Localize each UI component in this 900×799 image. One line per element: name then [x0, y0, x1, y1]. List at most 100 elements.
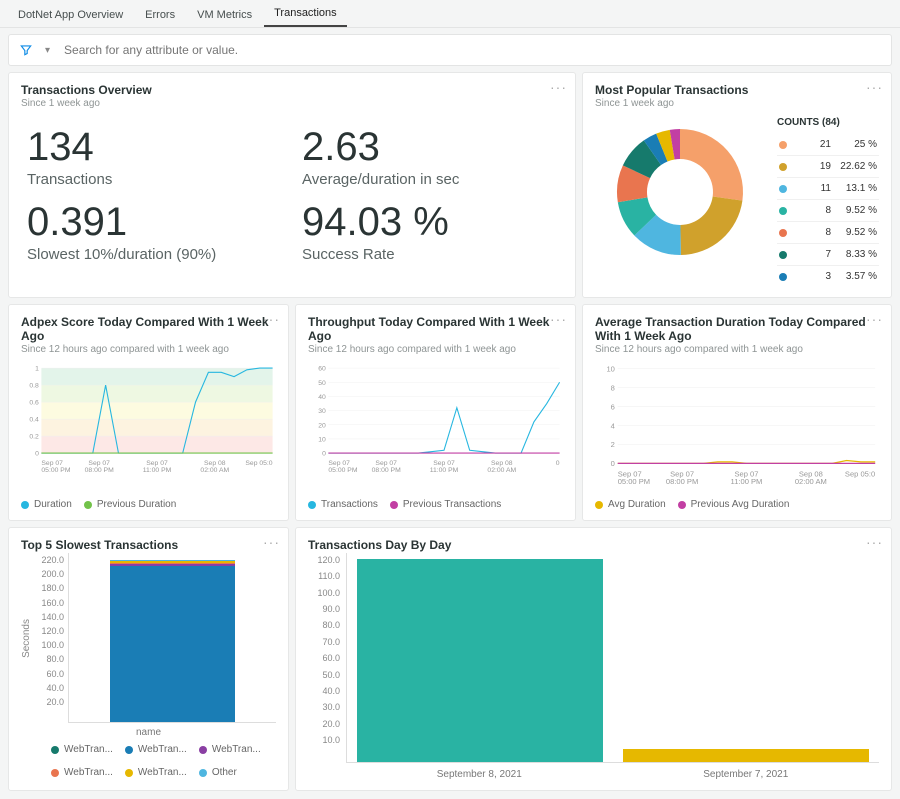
tab-dotnet-app-overview[interactable]: DotNet App Overview — [8, 3, 133, 27]
count-value: 21 — [801, 139, 831, 150]
x-tick-label: September 8, 2021 — [346, 763, 613, 780]
legend-dot-icon — [199, 769, 207, 777]
card-menu-icon[interactable]: ··· — [866, 534, 883, 550]
legend-item[interactable]: Previous Transactions — [390, 499, 501, 510]
legend-dot-icon — [125, 746, 133, 754]
count-row[interactable]: WebTransaction...1113.1 % — [777, 178, 879, 200]
svg-text:0: 0 — [556, 460, 560, 467]
count-percent: 22.62 % — [837, 161, 877, 172]
top5-legend: WebTran... WebTran... WebTran... WebTran...… — [51, 744, 276, 778]
metric-value: 0.391 — [27, 202, 282, 242]
count-value: 11 — [801, 183, 831, 194]
svg-text:Sep 08: Sep 08 — [204, 460, 226, 467]
legend-item[interactable]: Transactions — [308, 499, 378, 510]
count-percent: 9.52 % — [837, 205, 877, 216]
card-title: Most Popular Transactions — [595, 83, 879, 97]
count-row[interactable]: WebTransaction...78.33 % — [777, 244, 879, 266]
legend-label: Duration — [34, 499, 72, 510]
tab-vm-metrics[interactable]: VM Metrics — [187, 3, 262, 27]
svg-text:Sep 07: Sep 07 — [328, 460, 350, 467]
svg-text:2: 2 — [611, 440, 615, 449]
legend-item[interactable]: WebTran... — [125, 767, 187, 778]
card-menu-icon[interactable]: ··· — [866, 79, 883, 95]
count-row[interactable]: WebTransaction...89.52 % — [777, 222, 879, 244]
svg-text:0.4: 0.4 — [29, 417, 39, 424]
legend-item[interactable]: WebTran... — [125, 744, 187, 755]
svg-text:Sep 07: Sep 07 — [146, 460, 168, 467]
day-bar — [613, 553, 879, 762]
svg-text:02:00 AM: 02:00 AM — [487, 467, 516, 474]
svg-text:05:00 PM: 05:00 PM — [328, 467, 357, 474]
card-menu-icon[interactable]: ··· — [263, 534, 280, 550]
counts-header: COUNTS (84) — [777, 117, 879, 128]
count-value: 19 — [801, 161, 831, 172]
donut-chart — [595, 117, 765, 267]
count-percent: 9.52 % — [837, 227, 877, 238]
legend-dot-icon — [125, 769, 133, 777]
svg-text:Sep 08: Sep 08 — [799, 470, 823, 479]
filter-icon[interactable] — [19, 43, 33, 57]
legend-dot-icon — [779, 141, 787, 149]
legend-dot-icon — [678, 501, 686, 509]
svg-text:1: 1 — [35, 366, 39, 373]
legend-label: Avg Duration — [608, 499, 666, 510]
overview-metrics: 134Transactions 2.63Average/duration in s… — [21, 117, 563, 267]
card-subtitle: Since 12 hours ago compared with 1 week … — [595, 344, 879, 355]
count-row[interactable]: WebTransaction...33.57 % — [777, 266, 879, 287]
svg-text:08:00 PM: 08:00 PM — [372, 467, 401, 474]
svg-text:05:00 PM: 05:00 PM — [41, 467, 70, 474]
day-bar — [347, 553, 613, 762]
counts-table: COUNTS (84) WebTransaction...2125 % WebTr… — [777, 117, 879, 287]
svg-text:Sep 07: Sep 07 — [734, 470, 758, 479]
count-percent: 13.1 % — [837, 183, 877, 194]
legend-label: WebTran... — [64, 744, 113, 755]
legend-item[interactable]: WebTran... — [51, 767, 113, 778]
legend-item[interactable]: Previous Avg Duration — [678, 499, 790, 510]
search-input[interactable] — [62, 42, 881, 58]
svg-text:Sep 07: Sep 07 — [375, 460, 397, 467]
count-value: 3 — [801, 271, 831, 282]
legend-item[interactable]: WebTran... — [199, 744, 261, 755]
svg-text:6: 6 — [611, 402, 615, 411]
stack-segment — [110, 566, 234, 722]
svg-text:0: 0 — [35, 451, 39, 458]
svg-text:10: 10 — [606, 365, 614, 374]
legend-item[interactable]: Other — [199, 767, 237, 778]
svg-text:0: 0 — [611, 459, 615, 468]
metric: 0.391Slowest 10%/duration (90%) — [27, 202, 282, 263]
legend-item[interactable]: Previous Duration — [84, 499, 176, 510]
metric: 134Transactions — [27, 127, 282, 188]
card-subtitle: Since 12 hours ago compared with 1 week … — [308, 344, 563, 355]
svg-text:0.6: 0.6 — [29, 400, 39, 407]
metric-value: 94.03 % — [302, 202, 557, 242]
metric-label: Transactions — [27, 171, 282, 188]
metric: 2.63Average/duration in sec — [302, 127, 557, 188]
svg-text:Sep 07: Sep 07 — [88, 460, 110, 467]
chevron-down-icon[interactable]: ▾ — [45, 45, 50, 56]
tab-errors[interactable]: Errors — [135, 3, 185, 27]
card-menu-icon[interactable]: ··· — [263, 311, 280, 327]
card-menu-icon[interactable]: ··· — [866, 311, 883, 327]
legend-item[interactable]: Avg Duration — [595, 499, 666, 510]
legend-item[interactable]: Duration — [21, 499, 72, 510]
tab-transactions[interactable]: Transactions — [264, 1, 347, 27]
svg-text:20: 20 — [318, 422, 326, 429]
count-row[interactable]: WebTransaction...2125 % — [777, 134, 879, 156]
svg-text:4: 4 — [611, 421, 615, 430]
card-menu-icon[interactable]: ··· — [550, 79, 567, 95]
card-menu-icon[interactable]: ··· — [550, 311, 567, 327]
card-title: Top 5 Slowest Transactions — [21, 538, 276, 552]
metric-label: Average/duration in sec — [302, 171, 557, 188]
svg-text:Sep 07: Sep 07 — [670, 470, 694, 479]
count-percent: 3.57 % — [837, 271, 877, 282]
legend-item[interactable]: WebTran... — [51, 744, 113, 755]
svg-text:30: 30 — [318, 408, 326, 415]
legend-label: WebTran... — [138, 767, 187, 778]
legend-label: WebTran... — [212, 744, 261, 755]
svg-text:Sep 08: Sep 08 — [491, 460, 513, 467]
legend-label: Other — [212, 767, 237, 778]
count-row[interactable]: WebTransaction...1922.62 % — [777, 156, 879, 178]
card-throughput: ··· Throughput Today Compared With 1 Wee… — [295, 304, 576, 521]
legend-dot-icon — [779, 273, 787, 281]
count-row[interactable]: WebTransaction...89.52 % — [777, 200, 879, 222]
